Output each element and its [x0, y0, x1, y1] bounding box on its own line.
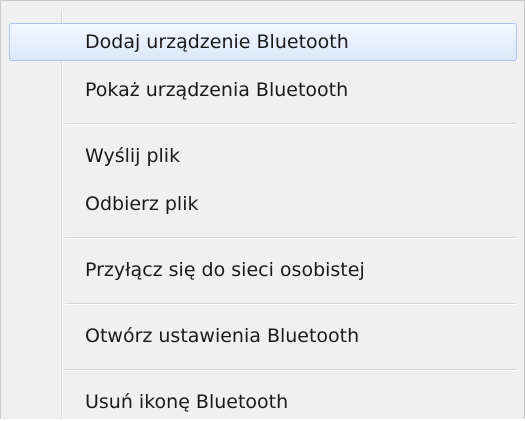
menu-item-remove-bluetooth-icon[interactable]: Usuń ikonę Bluetooth	[9, 383, 517, 421]
menu-separator	[65, 369, 516, 370]
menu-item-label: Otwórz ustawienia Bluetooth	[85, 325, 360, 347]
menu-item-join-personal-network[interactable]: Przyłącz się do sieci osobistej	[9, 251, 517, 289]
menu-separator	[65, 237, 516, 238]
menu-item-label: Usuń ikonę Bluetooth	[85, 391, 289, 413]
menu-item-send-file[interactable]: Wyślij plik	[9, 137, 517, 175]
menu-item-label: Przyłącz się do sieci osobistej	[85, 259, 365, 281]
menu-item-label: Dodaj urządzenie Bluetooth	[85, 31, 349, 53]
menu-item-open-bluetooth-settings[interactable]: Otwórz ustawienia Bluetooth	[9, 317, 517, 355]
menu-item-label: Wyślij plik	[85, 145, 181, 167]
menu-separator	[65, 303, 516, 304]
menu-item-label: Pokaż urządzenia Bluetooth	[85, 79, 349, 101]
menu-item-receive-file[interactable]: Odbierz plik	[9, 185, 517, 223]
bluetooth-context-menu: Dodaj urządzenie Bluetooth Pokaż urządze…	[0, 0, 525, 421]
menu-item-label: Odbierz plik	[85, 193, 199, 215]
menu-item-show-bluetooth-devices[interactable]: Pokaż urządzenia Bluetooth	[9, 71, 517, 109]
menu-separator	[65, 123, 516, 124]
menu-item-add-bluetooth-device[interactable]: Dodaj urządzenie Bluetooth	[9, 23, 517, 61]
